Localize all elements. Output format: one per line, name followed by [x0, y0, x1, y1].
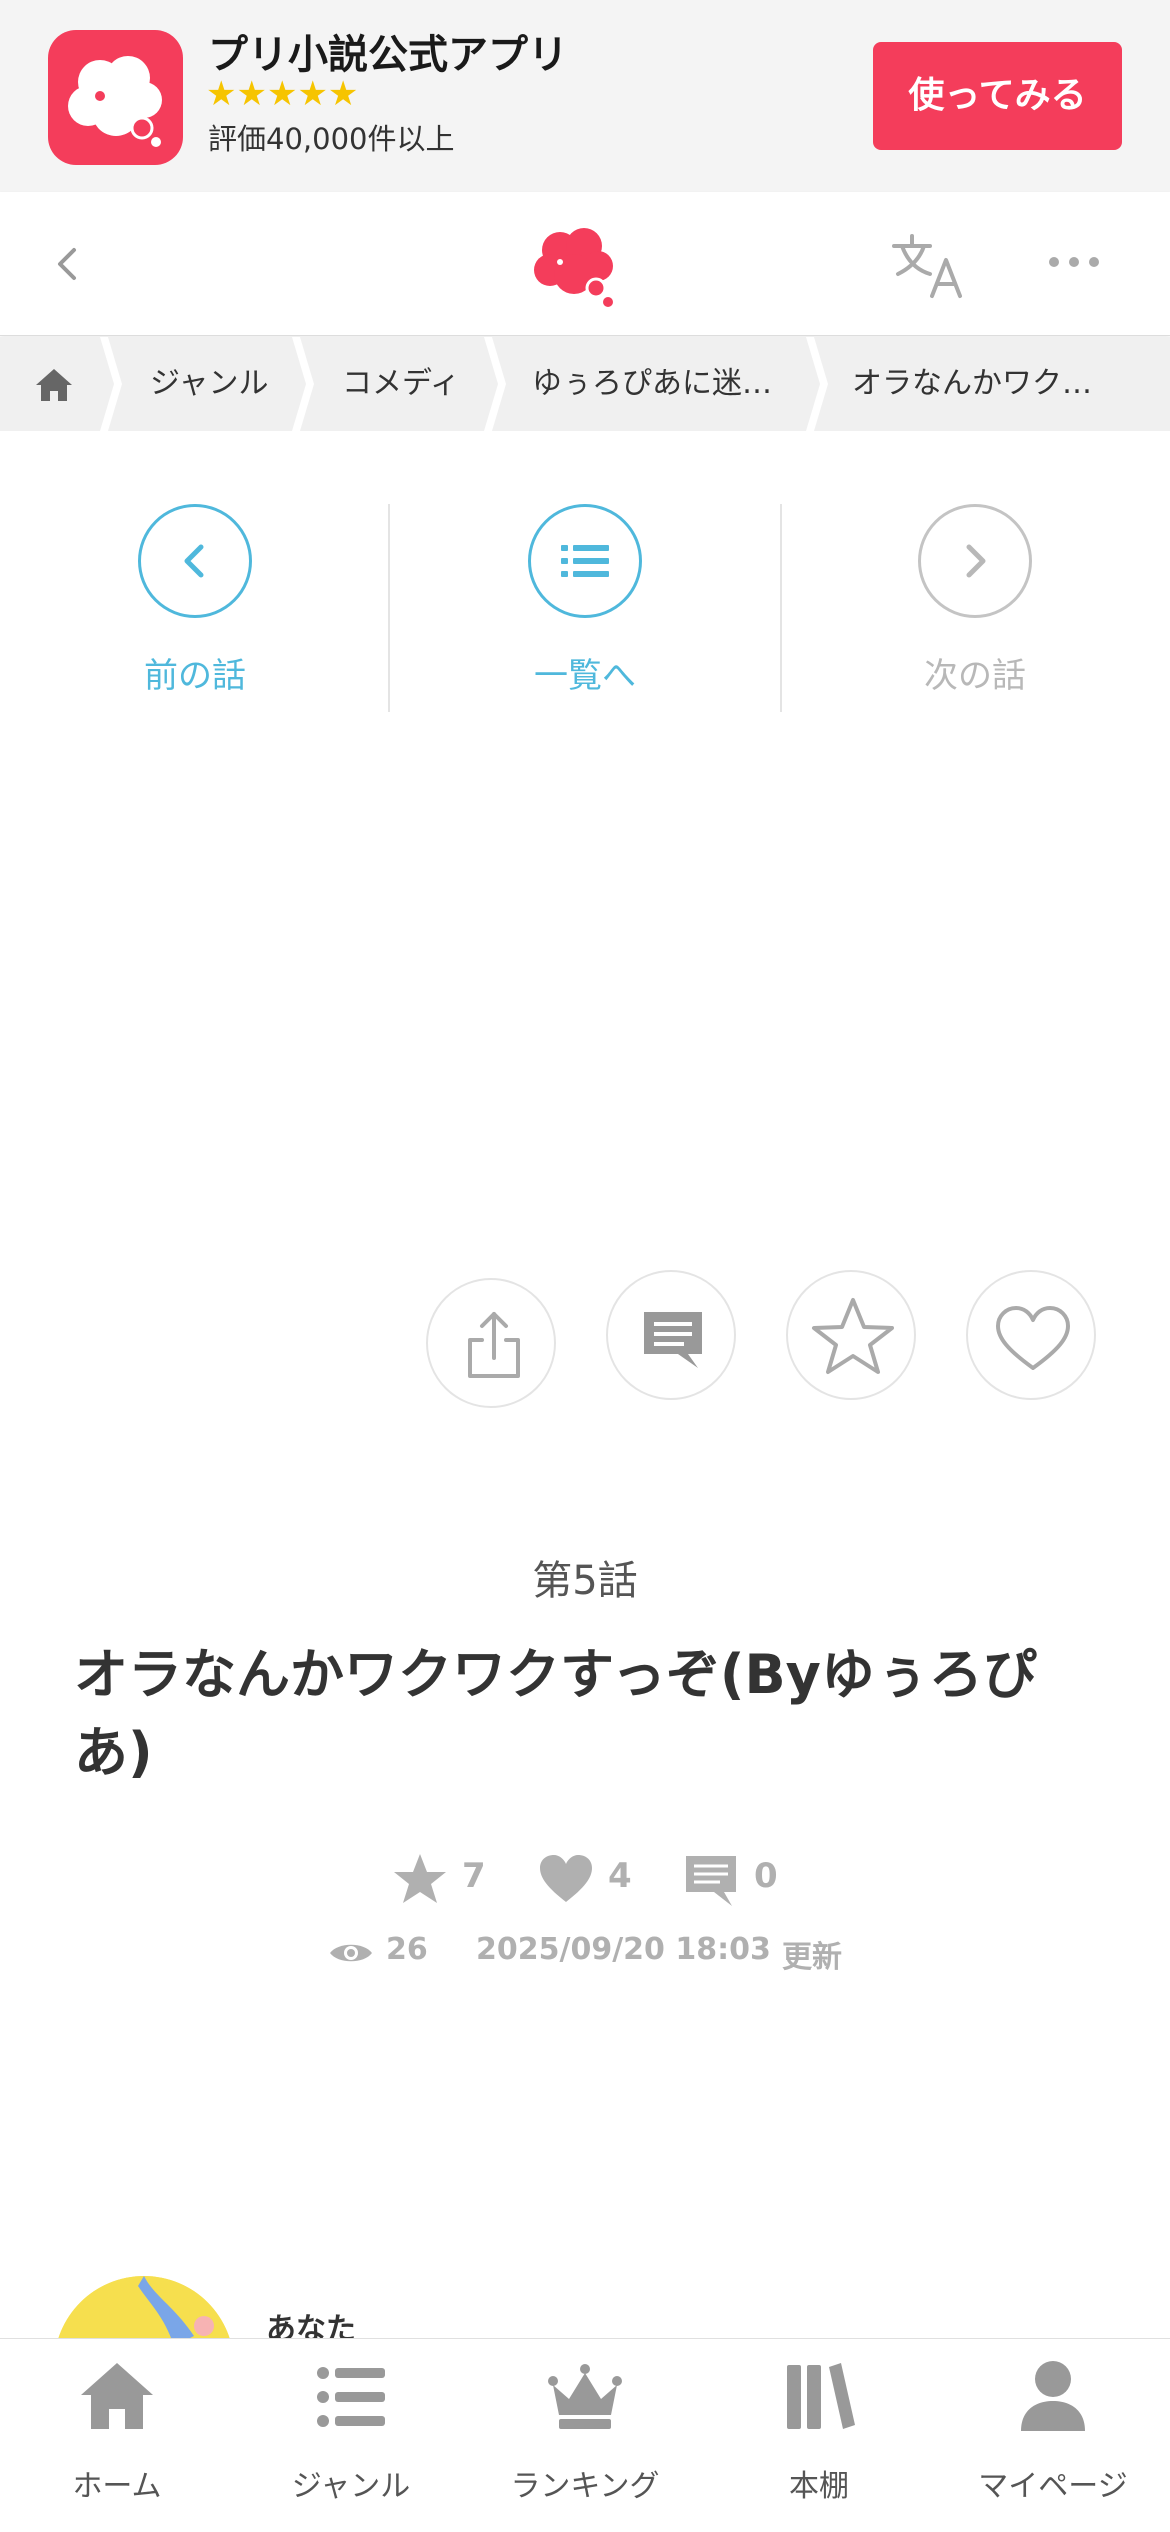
tab-label-ranking: ランキング	[510, 2469, 660, 2504]
crown-icon	[548, 2364, 622, 2429]
share-icon	[468, 1312, 520, 1378]
heart-icon	[996, 1306, 1070, 1370]
back-chevron-icon[interactable]	[40, 232, 100, 296]
home-icon[interactable]	[34, 365, 74, 403]
next-circle	[918, 504, 1032, 618]
list-circle	[528, 504, 642, 618]
tab-label-bookshelf: 本棚	[789, 2469, 849, 2504]
rating-stars: ★★★★★	[206, 74, 359, 114]
cloud-logo-icon[interactable]	[520, 214, 630, 314]
breadcrumb-separator	[484, 337, 506, 431]
comment-count: 0	[754, 1856, 778, 1896]
breadcrumb-separator	[806, 337, 828, 431]
next-episode-label: 次の話	[924, 656, 1026, 696]
tab-label-home: ホーム	[72, 2469, 162, 2504]
heart-count: 4	[608, 1856, 632, 1896]
breadcrumb-separator	[292, 337, 314, 431]
star-count: 7	[462, 1856, 486, 1896]
comment-icon	[644, 1312, 702, 1368]
chevron-left-icon	[184, 544, 204, 578]
app-icon[interactable]	[48, 30, 183, 165]
next-episode-button: 次の話	[780, 500, 1170, 715]
comment-count-icon	[686, 1856, 736, 1906]
updated-date: 2025/09/20 18:03	[476, 1932, 771, 1967]
breadcrumb-story[interactable]: ゆぅろぴあに迷…	[532, 337, 772, 431]
like-heart-button[interactable]	[966, 1270, 1096, 1400]
prev-circle	[138, 504, 252, 618]
more-dots-icon[interactable]	[1044, 242, 1104, 282]
home-icon	[81, 2363, 153, 2429]
breadcrumb-separator	[100, 337, 122, 431]
episode-list-label: 一覧へ	[534, 656, 636, 696]
tab-ranking[interactable]: ランキング	[468, 2339, 702, 2532]
tab-bookshelf[interactable]: 本棚	[702, 2339, 936, 2532]
bookshelf-icon	[787, 2363, 855, 2429]
rating-count: 評価40,000件以上	[208, 122, 455, 156]
bottom-tab-bar: ホーム ジャンル ランキング 本棚 マイページ	[0, 2338, 1170, 2532]
tab-genre[interactable]: ジャンル	[234, 2339, 468, 2532]
prev-episode-label: 前の話	[144, 656, 246, 696]
eye-icon	[330, 1944, 372, 1962]
person-icon	[1021, 2361, 1085, 2431]
try-app-button[interactable]: 使ってみる	[873, 42, 1122, 150]
tab-label-mypage: マイページ	[978, 2469, 1128, 2504]
prev-episode-button[interactable]: 前の話	[0, 500, 390, 715]
app-promo-banner: プリ小説公式アプリ ★★★★★ 評価40,000件以上 使ってみる	[0, 0, 1170, 192]
tab-mypage[interactable]: マイページ	[936, 2339, 1170, 2532]
share-button[interactable]	[426, 1278, 556, 1408]
tab-label-genre: ジャンル	[291, 2469, 411, 2504]
star-icon	[812, 1298, 894, 1374]
breadcrumb-episode[interactable]: オラなんかワク…	[852, 337, 1092, 431]
list-icon	[317, 2367, 385, 2427]
translate-icon[interactable]	[890, 230, 968, 300]
heart-count-icon	[540, 1855, 592, 1902]
episode-title: オラなんかワクワクすっぞ(Byゆぅろぴあ)	[74, 1643, 1037, 1784]
episode-list-button[interactable]: 一覧へ	[390, 500, 780, 715]
favorite-star-button[interactable]	[786, 1270, 916, 1400]
view-count: 26	[386, 1932, 428, 1967]
episode-meta: 26 2025/09/20 18:03 更新	[0, 1928, 1170, 1978]
list-icon	[561, 545, 609, 577]
breadcrumb-genre[interactable]: ジャンル	[150, 337, 269, 431]
episode-number: 第5話	[532, 1558, 638, 1604]
chevron-right-icon	[966, 544, 986, 578]
episode-navigation: 前の話 一覧へ 次の話	[0, 500, 1170, 715]
cloud-logo-icon	[68, 56, 162, 147]
updated-suffix: 更新	[782, 1940, 842, 1975]
top-header	[0, 192, 1170, 336]
promo-title: プリ小説公式アプリ	[208, 32, 568, 78]
star-count-icon	[394, 1854, 446, 1903]
comment-button[interactable]	[606, 1270, 736, 1400]
episode-stats: 7 4 0	[0, 1848, 1170, 1908]
breadcrumb-comedy[interactable]: コメディ	[342, 337, 460, 431]
breadcrumb: ジャンル コメディ ゆぅろぴあに迷… オラなんかワク…	[0, 337, 1170, 431]
tab-home[interactable]: ホーム	[0, 2339, 234, 2532]
